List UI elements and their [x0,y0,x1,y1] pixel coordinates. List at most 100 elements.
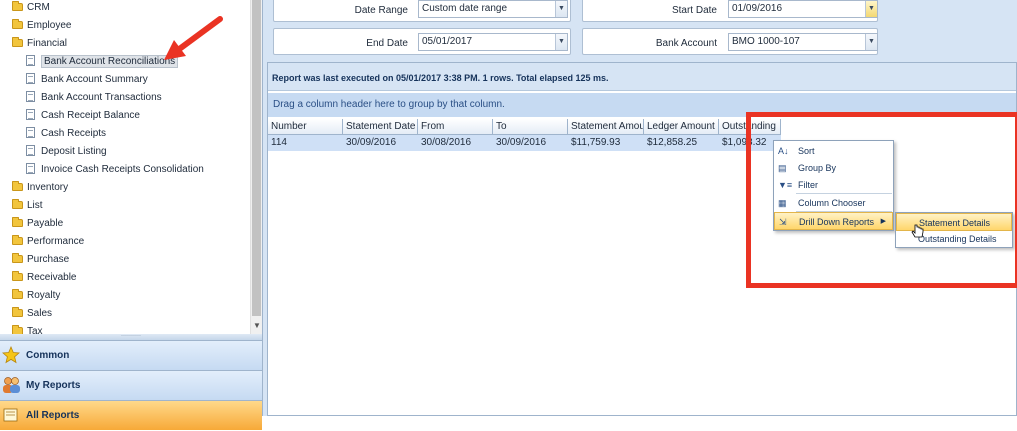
column-header-number[interactable]: Number [268,119,343,135]
cell-from: 30/08/2016 [421,137,472,148]
folder-icon [12,253,23,263]
nav-my-reports-label: My Reports [26,380,81,391]
tree-item-label: Bank Account Summary [41,74,148,85]
report-navigator: CRM Employee Financial Bank Account Reco… [0,0,263,430]
date-range-value: Custom date range [422,3,508,14]
end-date-value: 05/01/2017 [422,36,473,47]
column-header-statement-amount[interactable]: Statement Amou [568,119,644,135]
tree-folder-tax[interactable]: Tax [12,323,43,334]
tree-folder-purchase[interactable]: Purchase [12,251,69,268]
tree-item-label: Receivable [27,272,77,283]
tree-folder-payable[interactable]: Payable [12,215,63,232]
tree-folder-receivable[interactable]: Receivable [12,269,76,286]
date-range-select[interactable]: Custom date range ▼ [418,0,568,18]
chevron-down-icon[interactable]: ▼ [555,34,567,50]
nav-all-reports-button[interactable]: All Reports [0,400,262,430]
date-range-group: Date Range Custom date range ▼ [273,0,571,22]
tree-item-label: Tax [27,326,43,334]
tree-item-label: Performance [27,236,85,247]
cell-number: 114 [271,137,287,148]
chevron-down-icon[interactable]: ▼ [555,1,567,17]
nav-common-button[interactable]: Common [0,340,262,370]
report-icon [26,73,35,84]
annotation-highlight-box [746,112,1017,288]
tree-folder-sales[interactable]: Sales [12,305,52,322]
report-icon [26,109,35,120]
start-date-input[interactable]: 01/09/2016 ▼ [728,0,878,18]
star-icon [2,346,20,364]
column-header-to[interactable]: To [493,119,568,135]
tree-folder-employee[interactable]: Employee [12,17,71,34]
scroll-thumb[interactable] [252,0,261,316]
report-icon [26,163,35,174]
folder-icon [12,1,23,11]
tree-item-label: Financial [27,38,68,49]
start-date-value: 01/09/2016 [732,3,783,14]
tree-folder-financial[interactable]: Financial [12,35,67,52]
nav-my-reports-button[interactable]: My Reports [0,370,262,400]
tree-item-label: Deposit Listing [41,146,107,157]
cell-ledger-amount: $12,858.25 [647,137,698,148]
reports-folder-icon [3,408,18,422]
tree-item-label: CRM [27,2,50,13]
tree-folder-list[interactable]: List [12,197,43,214]
bank-account-select[interactable]: BMO 1000-107 ▼ [728,33,878,51]
report-icon [26,127,35,138]
folder-icon [12,271,23,281]
end-date-label: End Date [366,38,408,49]
report-parameters: Date Range Custom date range ▼ Start Dat… [263,0,1017,62]
chevron-down-icon[interactable]: ▼ [251,320,263,332]
tree-item-label: List [27,200,43,211]
folder-icon [12,325,23,334]
tree-item-bank-account-summary[interactable]: Bank Account Summary [26,71,148,88]
folder-icon [12,19,23,29]
tree-item-bank-account-transactions[interactable]: Bank Account Transactions [26,89,162,106]
tree-scrollbar[interactable]: ▼ [250,0,262,334]
tree-item-cash-receipts[interactable]: Cash Receipts [26,125,106,142]
tree-folder-inventory[interactable]: Inventory [12,179,68,196]
tree-item-invoice-cash-receipts-consolidation[interactable]: Invoice Cash Receipts Consolidation [26,161,204,178]
end-date-input[interactable]: 05/01/2017 ▼ [418,33,568,51]
tree-item-label: Bank Account Reconciliations [41,55,179,68]
tree-item-cash-receipt-balance[interactable]: Cash Receipt Balance [26,107,140,124]
start-date-label: Start Date [671,5,717,16]
start-date-group: Start Date 01/09/2016 ▼ [582,0,878,22]
folder-icon [12,235,23,245]
folder-icon [12,289,23,299]
tree-item-label: Inventory [27,182,69,193]
tree-item-deposit-listing[interactable]: Deposit Listing [26,143,107,160]
cell-statement-amount: $11,759.93 [571,137,621,148]
column-header-ledger-amount[interactable]: Ledger Amount [644,119,719,135]
date-range-label: Date Range [354,5,408,16]
tree-item-label: Purchase [27,254,70,265]
folder-icon [12,307,23,317]
tree-item-bank-account-reconciliations[interactable]: Bank Account Reconciliations [26,53,179,70]
tree-folder-performance[interactable]: Performance [12,233,84,250]
column-header-statement-date[interactable]: Statement Date [343,119,418,135]
tree-folder-crm[interactable]: CRM [12,0,50,16]
annotation-arrow-icon [164,16,223,60]
chevron-down-icon[interactable]: ▼ [865,34,877,50]
users-icon [3,377,20,393]
report-icon [26,91,35,102]
column-header-from[interactable]: From [418,119,493,135]
end-date-group: End Date 05/01/2017 ▼ [273,28,571,55]
chevron-down-icon[interactable]: ▼ [865,1,877,17]
tree-item-label: Bank Account Transactions [41,92,162,103]
bank-account-label: Bank Account [655,38,717,49]
tree-item-label: Royalty [27,290,61,301]
tree-item-label: Cash Receipt Balance [41,110,140,121]
folder-icon [12,181,23,191]
tree-item-label: Cash Receipts [41,128,107,139]
folder-icon [12,217,23,227]
bank-account-group: Bank Account BMO 1000-107 ▼ [582,28,878,55]
cell-to: 30/09/2016 [496,137,547,148]
folder-icon [12,199,23,209]
tree-item-label: Invoice Cash Receipts Consolidation [41,164,204,175]
nav-common-label: Common [26,350,70,361]
bank-account-value: BMO 1000-107 [732,36,800,47]
report-icon [26,55,35,66]
tree-item-label: Employee [27,20,72,31]
table-row[interactable]: 114 30/09/2016 30/08/2016 30/09/2016 $11… [268,135,781,151]
tree-folder-royalty[interactable]: Royalty [12,287,60,304]
